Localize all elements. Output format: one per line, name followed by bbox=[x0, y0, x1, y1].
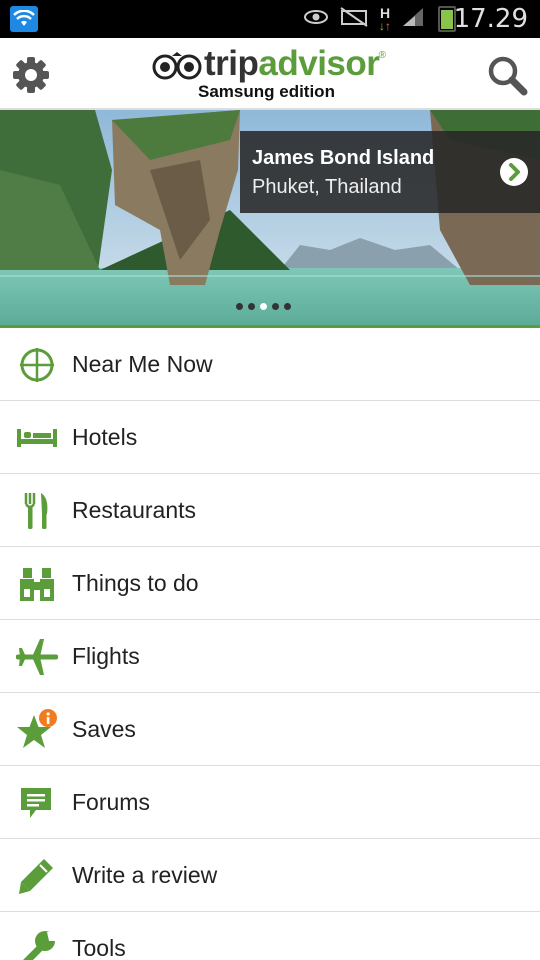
menu-item-tools[interactable]: Tools bbox=[0, 912, 540, 960]
menu-item-label: Flights bbox=[72, 643, 140, 669]
speech-bubble-icon bbox=[16, 782, 58, 824]
carousel-dot[interactable] bbox=[272, 303, 279, 310]
search-icon[interactable] bbox=[486, 54, 528, 96]
star-icon bbox=[16, 709, 58, 751]
featured-destination-banner[interactable]: James Bond Island Phuket, Thailand bbox=[0, 110, 540, 328]
brand-name: tripadvisor bbox=[204, 44, 380, 84]
destination-caption[interactable]: James Bond Island Phuket, Thailand bbox=[240, 131, 540, 213]
brand-advisor: advisor bbox=[258, 44, 380, 83]
chevron-right-icon[interactable] bbox=[500, 158, 528, 186]
h-data-icon: H ↓↑ bbox=[379, 4, 391, 33]
bed-icon bbox=[16, 417, 58, 459]
menu-item-label: Tools bbox=[72, 935, 126, 960]
carousel-dots[interactable] bbox=[236, 303, 291, 310]
menu-item-label: Saves bbox=[72, 716, 136, 742]
crosshair-icon bbox=[16, 344, 58, 386]
main-menu: Near Me Now Hotels Restaurants Things to… bbox=[0, 328, 540, 960]
carousel-dot-active[interactable] bbox=[260, 303, 267, 310]
settings-gear-icon[interactable] bbox=[10, 54, 52, 96]
menu-item-label: Hotels bbox=[72, 424, 138, 450]
tripadvisor-logo: tripadvisor ® Samsung edition bbox=[150, 44, 390, 104]
wrench-icon bbox=[16, 928, 58, 960]
fork-knife-icon bbox=[16, 490, 58, 532]
menu-item-restaurants[interactable]: Restaurants bbox=[0, 474, 540, 547]
registered-mark: ® bbox=[378, 50, 386, 61]
mute-icon bbox=[339, 6, 369, 33]
menu-item-label: Things to do bbox=[72, 570, 199, 596]
airplane-icon bbox=[15, 636, 59, 678]
pencil-icon bbox=[16, 855, 58, 897]
wifi-icon bbox=[10, 6, 38, 32]
signal-icon bbox=[401, 6, 425, 33]
clock: 17.29 bbox=[453, 4, 528, 34]
owl-eyes-icon bbox=[152, 52, 202, 80]
eye-icon bbox=[303, 8, 329, 31]
status-bar: H ↓↑ 17.29 bbox=[0, 0, 540, 38]
menu-item-label: Forums bbox=[72, 789, 150, 815]
menu-item-forums[interactable]: Forums bbox=[0, 766, 540, 839]
menu-item-hotels[interactable]: Hotels bbox=[0, 401, 540, 474]
menu-item-write-review[interactable]: Write a review bbox=[0, 839, 540, 912]
menu-item-label: Restaurants bbox=[72, 497, 197, 523]
menu-item-flights[interactable]: Flights bbox=[0, 620, 540, 693]
edition-label: Samsung edition bbox=[198, 82, 335, 101]
menu-item-label: Write a review bbox=[72, 862, 218, 888]
carousel-dot[interactable] bbox=[236, 303, 243, 310]
menu-item-saves[interactable]: Saves bbox=[0, 693, 540, 766]
menu-item-things-to-do[interactable]: Things to do bbox=[0, 547, 540, 620]
destination-title: James Bond Island bbox=[252, 147, 435, 169]
carousel-dot[interactable] bbox=[248, 303, 255, 310]
carousel-dot[interactable] bbox=[284, 303, 291, 310]
brand-trip: trip bbox=[204, 44, 259, 83]
destination-location: Phuket, Thailand bbox=[252, 176, 402, 198]
menu-item-near-me-now[interactable]: Near Me Now bbox=[0, 328, 540, 401]
app-header: tripadvisor ® Samsung edition bbox=[0, 38, 540, 110]
binoculars-icon bbox=[16, 563, 58, 605]
menu-item-label: Near Me Now bbox=[72, 351, 213, 377]
